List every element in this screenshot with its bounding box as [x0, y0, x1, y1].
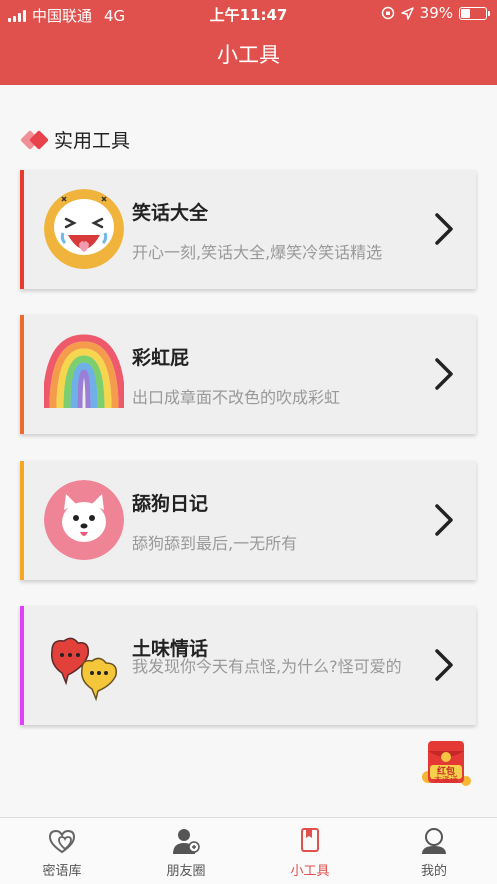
- tab-label: 密语库: [42, 864, 82, 879]
- tab-mine[interactable]: 我的: [372, 818, 496, 884]
- tool-title: 笑话大全: [132, 202, 209, 224]
- book-icon: [301, 828, 319, 852]
- chat-hearts-icon: [44, 625, 124, 705]
- tool-card-love-talk[interactable]: 土味情话 我发现你今天有点怪,为什么?怪可爱的: [20, 606, 476, 725]
- hearts-icon: [48, 829, 76, 854]
- tab-tools[interactable]: 小工具: [248, 818, 372, 884]
- user-icon: [422, 828, 446, 854]
- section-header: 实用工具: [20, 126, 131, 153]
- tab-label: 小工具: [290, 864, 330, 879]
- rainbow-icon: [44, 334, 124, 414]
- laughing-face-icon: [44, 189, 124, 269]
- tool-card-jokes[interactable]: 笑话大全 开心一刻,笑话大全,爆笑冷笑话精选: [20, 170, 476, 289]
- tool-desc: 出口成章面不改色的吹成彩虹: [132, 388, 341, 407]
- tab-label: 朋友圈: [166, 864, 206, 879]
- chevron-right-icon: [435, 504, 453, 536]
- status-right: 39%: [381, 4, 490, 22]
- dog-icon: [44, 480, 124, 560]
- status-bar: 中国联通 4G 上午11:47 39%: [0, 0, 497, 28]
- chevron-right-icon: [435, 358, 453, 390]
- tool-title: 彩虹屁: [132, 347, 190, 369]
- tab-secret-library[interactable]: 密语库: [0, 818, 124, 884]
- card-accent-bar: [20, 170, 24, 289]
- card-accent-bar: [20, 315, 24, 434]
- card-accent-bar: [20, 461, 24, 580]
- section-title: 实用工具: [54, 130, 131, 152]
- tool-desc: 舔狗舔到最后,一无所有: [132, 534, 298, 553]
- tool-desc: 我发现你今天有点怪,为什么?怪可爱的: [132, 657, 402, 676]
- chevron-right-icon: [435, 649, 453, 681]
- red-envelope-line2: 大派送: [434, 775, 458, 784]
- orientation-lock-icon: [381, 6, 394, 20]
- battery-icon: [459, 6, 490, 20]
- person-icon: [173, 829, 200, 854]
- card-accent-bar: [20, 606, 24, 725]
- tool-card-dog-diary[interactable]: 舔狗日记 舔狗舔到最后,一无所有: [20, 461, 476, 580]
- tool-title: 舔狗日记: [132, 493, 209, 515]
- diamond-icon: [20, 127, 50, 153]
- tab-bar: 密语库 朋友圈 小工具 我的: [0, 817, 497, 884]
- tab-moments[interactable]: 朋友圈: [124, 818, 248, 884]
- battery-percent: 39%: [419, 4, 453, 22]
- chevron-right-icon: [435, 213, 453, 245]
- tool-desc: 开心一刻,笑话大全,爆笑冷笑话精选: [132, 243, 383, 262]
- tab-label: 我的: [420, 864, 447, 879]
- location-icon: [400, 6, 414, 20]
- page-title: 小工具: [0, 28, 497, 85]
- red-envelope-button[interactable]: 红包 大派送: [420, 737, 472, 789]
- tool-card-rainbow[interactable]: 彩虹屁 出口成章面不改色的吹成彩虹: [20, 315, 476, 434]
